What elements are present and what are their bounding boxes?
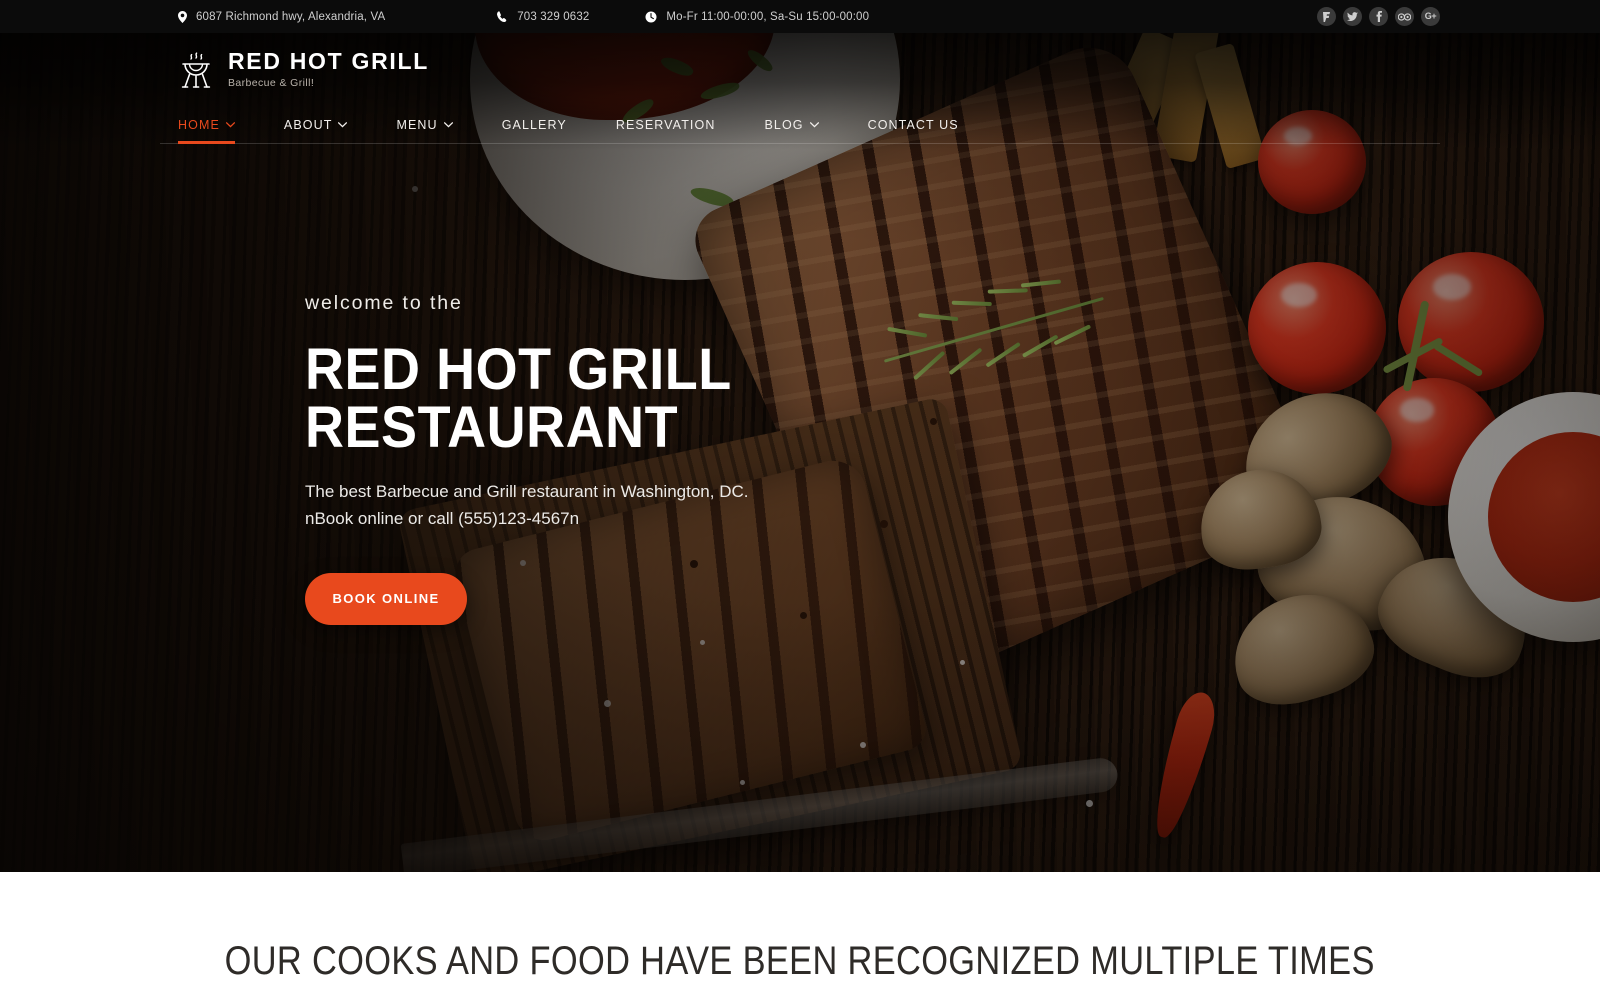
nav-label-gallery: GALLERY xyxy=(501,118,567,133)
nav-item-reservation[interactable]: RESERVATION xyxy=(616,118,716,143)
top-info-bar: 6087 Richmond hwy, Alexandria, VA 703 32… xyxy=(0,0,1600,33)
nav-label-about: ABOUT xyxy=(283,118,333,133)
bbq-grill-icon xyxy=(178,49,214,89)
brand-logo[interactable]: RED HOT GRILL Barbecue & Grill! xyxy=(160,33,1440,89)
foursquare-icon[interactable] xyxy=(1317,7,1336,26)
hero-subtext-line2: nBook online or call (555)123-4567n xyxy=(305,508,580,528)
google-plus-icon[interactable]: G+ xyxy=(1421,7,1440,26)
nav-item-home[interactable]: HOME xyxy=(178,118,235,145)
hero-subtext: The best Barbecue and Grill restaurant i… xyxy=(305,479,865,533)
hero-subtext-line1: The best Barbecue and Grill restaurant i… xyxy=(305,482,749,501)
nav-label-reservation: RESERVATION xyxy=(615,118,716,133)
social-links: G+ xyxy=(1317,7,1440,26)
brand-tagline: Barbecue & Grill! xyxy=(228,77,315,90)
brand-name: RED HOT GRILL xyxy=(228,48,429,74)
site-header: RED HOT GRILL Barbecue & Grill! HOME ABO… xyxy=(0,33,1600,145)
clock-icon xyxy=(645,11,657,23)
phone-text: 703 329 0632 xyxy=(517,10,590,23)
chevron-down-icon xyxy=(809,122,819,128)
chevron-down-icon xyxy=(338,122,348,128)
phone-info: 703 329 0632 xyxy=(497,11,589,23)
nav-label-menu: MENU xyxy=(396,118,438,133)
page-root: 6087 Richmond hwy, Alexandria, VA 703 32… xyxy=(0,0,1600,1000)
chevron-down-icon xyxy=(443,122,453,128)
facebook-icon[interactable] xyxy=(1369,7,1388,26)
nav-item-blog[interactable]: BLOG xyxy=(764,118,819,143)
hours-info: Mo-Fr 11:00-00:00, Sa-Su 15:00-00:00 xyxy=(645,11,869,23)
tripadvisor-icon[interactable] xyxy=(1395,7,1414,26)
recognition-section: OUR COOKS AND FOOD HAVE BEEN RECOGNIZED … xyxy=(0,872,1600,1000)
twitter-icon[interactable] xyxy=(1343,7,1362,26)
phone-icon xyxy=(497,11,508,22)
book-online-button[interactable]: BOOK ONLINE xyxy=(305,572,467,625)
main-navigation: HOME ABOUT MENU GALLERY RESERVATION BLOG… xyxy=(160,107,1440,145)
nav-label-contact-us: CONTACT US xyxy=(867,118,959,133)
map-pin-icon xyxy=(178,10,187,23)
nav-item-contact-us[interactable]: CONTACT US xyxy=(868,118,959,143)
recognition-title: OUR COOKS AND FOOD HAVE BEEN RECOGNIZED … xyxy=(224,939,1376,983)
nav-label-blog: BLOG xyxy=(764,118,804,133)
nav-item-about[interactable]: ABOUT xyxy=(284,118,348,143)
hours-text: Mo-Fr 11:00-00:00, Sa-Su 15:00-00:00 xyxy=(666,10,870,23)
nav-item-menu[interactable]: MENU xyxy=(396,118,453,143)
nav-item-gallery[interactable]: GALLERY xyxy=(502,118,567,143)
hero-headline: RED HOT GRILL RESTAURANT xyxy=(305,337,731,460)
address-text: 6087 Richmond hwy, Alexandria, VA xyxy=(196,10,386,23)
address-info: 6087 Richmond hwy, Alexandria, VA xyxy=(178,10,386,23)
nav-label-home: HOME xyxy=(178,118,220,133)
chevron-down-icon xyxy=(225,122,235,128)
hero-eyebrow: welcome to the xyxy=(305,292,463,314)
